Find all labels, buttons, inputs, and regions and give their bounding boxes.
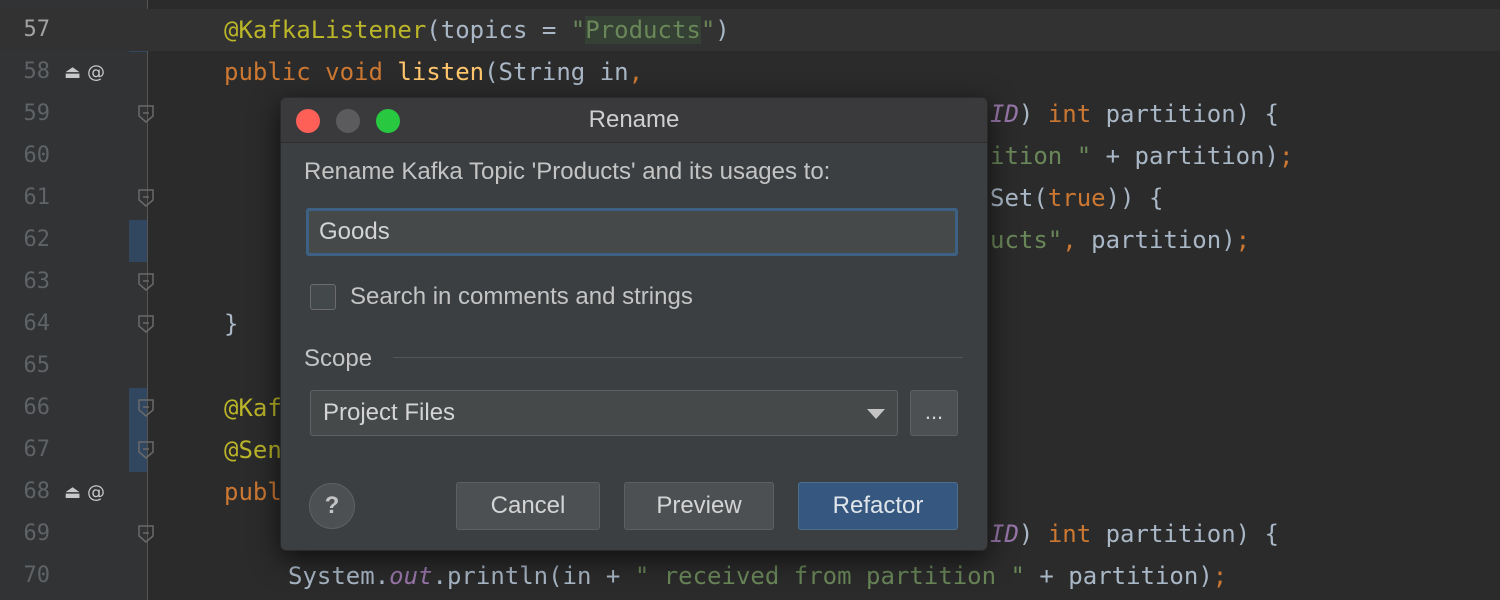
- code-token: ;: [1212, 562, 1228, 590]
- fold-marker-icon[interactable]: [137, 104, 155, 124]
- code-token: )) {: [1105, 184, 1164, 212]
- new-name-input[interactable]: [306, 208, 958, 256]
- code-token: out: [389, 562, 433, 590]
- code-token: true: [1047, 184, 1106, 212]
- line-number[interactable]: 66: [0, 387, 51, 429]
- code-token: ;: [1278, 142, 1294, 170]
- code-text-visible-part: ucts", partition);: [990, 219, 1250, 261]
- implementation-icon[interactable]: ⏏: [64, 482, 81, 503]
- code-token: + partition): [1105, 142, 1279, 170]
- line-number[interactable]: 70: [0, 555, 51, 597]
- code-token: ): [715, 16, 730, 44]
- fold-marker-icon[interactable]: [137, 272, 155, 292]
- fold-marker-icon[interactable]: [137, 440, 155, 460]
- code-token: ": [570, 16, 586, 44]
- code-token: }: [224, 310, 239, 338]
- line-number[interactable]: 57: [0, 9, 51, 51]
- code-token: ): [1018, 100, 1048, 128]
- code-token: " received from partition ": [634, 562, 1040, 590]
- fold-marker-icon[interactable]: [137, 524, 155, 544]
- annotation-at-icon[interactable]: @: [87, 482, 105, 503]
- code-text-visible-part: ition " + partition);: [990, 135, 1293, 177]
- code-text: @Sen: [224, 429, 282, 471]
- code-token: publ: [224, 478, 282, 506]
- dialog-title: Rename: [588, 106, 680, 133]
- code-line[interactable]: 58 ⏏ @ public void listen(String in,: [0, 51, 1500, 93]
- scope-more-button[interactable]: ...: [910, 390, 958, 436]
- implementation-icon[interactable]: ⏏: [64, 62, 81, 83]
- code-token: ition ": [990, 142, 1106, 170]
- code-line[interactable]: 70 System.out.println(in + " received fro…: [0, 555, 1500, 597]
- gutter-icons: ⏏ @: [64, 51, 105, 93]
- code-token: @Sen: [224, 436, 282, 464]
- line-number[interactable]: 58: [0, 51, 51, 93]
- code-token: listen: [397, 58, 485, 86]
- line-number[interactable]: 67: [0, 429, 51, 471]
- code-text: @Kaf: [224, 387, 282, 429]
- line-number[interactable]: 60: [0, 135, 51, 177]
- fold-marker-icon[interactable]: [137, 188, 155, 208]
- code-token: ID: [990, 100, 1019, 128]
- code-token: System.: [288, 562, 390, 590]
- refactor-button[interactable]: Refactor: [798, 482, 958, 530]
- code-token: (String in: [484, 58, 629, 86]
- code-token: ,: [628, 58, 644, 86]
- scope-dropdown[interactable]: Project Files: [310, 390, 898, 436]
- search-comments-label[interactable]: Search in comments and strings: [350, 283, 693, 311]
- chevron-down-icon: [867, 409, 885, 419]
- help-button[interactable]: ?: [309, 483, 355, 529]
- code-token: @KafkaListener: [224, 16, 427, 44]
- code-token: ,: [1062, 226, 1092, 254]
- code-token: partition) {: [1105, 100, 1279, 128]
- code-token: ID: [990, 520, 1019, 548]
- code-token: .println(in +: [432, 562, 635, 590]
- code-token: Products: [585, 16, 701, 44]
- scope-selected-value: Project Files: [323, 399, 456, 426]
- code-text: System.out.println(in + " received from …: [288, 555, 1227, 597]
- gutter-icons: ⏏ @: [64, 471, 105, 513]
- dialog-titlebar: Rename: [281, 98, 987, 143]
- code-token: partition): [1091, 226, 1236, 254]
- code-token: (topics =: [426, 16, 571, 44]
- fold-marker-icon[interactable]: [137, 314, 155, 334]
- fold-marker-icon[interactable]: [137, 398, 155, 418]
- code-token: ): [1018, 520, 1048, 548]
- code-token: int: [1047, 520, 1106, 548]
- code-token: public: [224, 58, 326, 86]
- code-token: void: [325, 58, 398, 86]
- code-token: ": [700, 16, 716, 44]
- line-number[interactable]: 68: [0, 471, 51, 513]
- annotation-at-icon[interactable]: @: [87, 62, 105, 83]
- line-number[interactable]: 65: [0, 345, 51, 387]
- code-text: }: [224, 303, 238, 345]
- code-text: publ: [224, 471, 282, 513]
- line-number[interactable]: 59: [0, 93, 51, 135]
- code-line[interactable]: 57 @KafkaListener(topics = "Products"): [0, 9, 1500, 51]
- line-number[interactable]: 61: [0, 177, 51, 219]
- scope-separator: [393, 357, 963, 358]
- scope-label: Scope: [304, 345, 373, 372]
- search-comments-checkbox[interactable]: [310, 284, 336, 310]
- preview-button[interactable]: Preview: [624, 482, 774, 530]
- line-number[interactable]: 69: [0, 513, 51, 555]
- code-text-visible-part: ID) int partition) {: [990, 93, 1279, 135]
- code-text: @KafkaListener(topics = "Products"): [224, 9, 730, 51]
- code-token: ;: [1235, 226, 1251, 254]
- code-text-visible-part: Set(true)) {: [990, 177, 1163, 219]
- cancel-button[interactable]: Cancel: [456, 482, 600, 530]
- code-text: public void listen(String in,: [224, 51, 643, 93]
- rename-dialog: Rename Rename Kafka Topic 'Products' and…: [280, 97, 988, 551]
- code-token: Set(: [990, 184, 1048, 212]
- line-number[interactable]: 64: [0, 303, 51, 345]
- code-text-visible-part: ID) int partition) {: [990, 513, 1279, 555]
- code-token: + partition): [1039, 562, 1213, 590]
- line-number[interactable]: 62: [0, 219, 51, 261]
- code-token: partition) {: [1105, 520, 1279, 548]
- code-token: int: [1047, 100, 1106, 128]
- line-number[interactable]: 63: [0, 261, 51, 303]
- code-token: ucts": [990, 226, 1063, 254]
- rename-prompt: Rename Kafka Topic 'Products' and its us…: [304, 158, 831, 185]
- search-comments-option[interactable]: Search in comments and strings: [310, 283, 693, 311]
- code-token: @Kaf: [224, 394, 282, 422]
